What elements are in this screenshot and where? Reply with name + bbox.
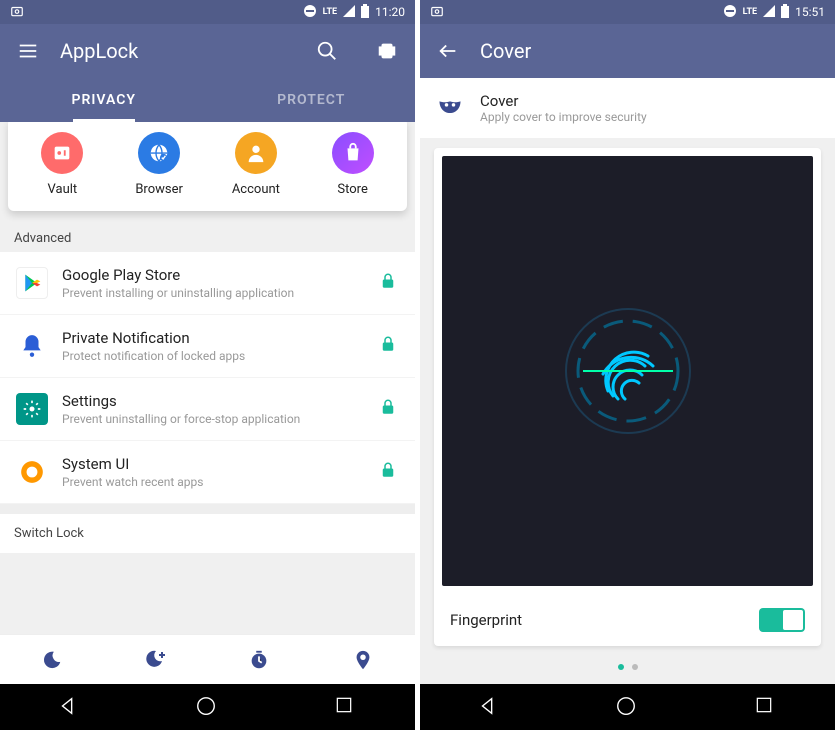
quick-browser[interactable]: Browser [111,132,208,197]
list-item[interactable]: Google Play Store Prevent installing or u… [0,252,415,315]
list-item[interactable]: System UI Prevent watch recent apps [0,441,415,504]
app-title: Cover [480,39,819,63]
lock-icon[interactable] [379,461,399,483]
app-list: Google Play Store Prevent installing or u… [0,252,415,504]
quick-store[interactable]: Store [304,132,401,197]
gear-icon [16,393,48,425]
bag-icon [332,132,374,174]
system-nav [420,684,835,730]
menu-icon[interactable] [16,39,40,63]
tabs: PRIVACY PROTECT [0,78,415,122]
item-sub: Protect notification of locked apps [62,349,365,363]
cover-sub: Apply cover to improve security [480,110,647,124]
tab-protect[interactable]: PROTECT [208,78,416,122]
globe-icon [138,132,180,174]
lock-icon[interactable] [379,398,399,420]
status-bar: LTE 15:51 [420,0,835,24]
cover-title: Cover [480,92,647,110]
mask-icon [436,92,464,124]
dot[interactable] [632,664,638,670]
item-title: System UI [62,455,365,473]
item-title: Google Play Store [62,266,365,284]
nav-night-plus[interactable] [126,648,186,672]
vault-icon [41,132,83,174]
nav-location[interactable] [333,649,393,671]
cover-toggle[interactable] [759,608,805,632]
item-title: Private Notification [62,329,365,347]
item-sub: Prevent installing or uninstalling appli… [62,286,365,300]
lock-icon[interactable] [379,272,399,294]
fingerprint-preview [442,156,813,586]
section-switch-lock: Switch Lock [0,514,415,553]
person-icon [235,132,277,174]
dot[interactable] [618,664,624,670]
back-button[interactable] [477,695,501,719]
home-button[interactable] [195,695,219,719]
page-indicator [420,656,835,678]
list-item[interactable]: Private Notification Protect notification… [0,315,415,378]
nav-night[interactable] [22,649,82,671]
quick-label: Vault [48,182,78,197]
battery-icon [361,4,369,21]
network-icon: LTE [743,7,758,17]
list-item[interactable]: Settings Prevent uninstalling or force-st… [0,378,415,441]
quick-actions-card: Vault Browser Account [8,122,407,211]
status-bar: LTE 11:20 [0,0,415,24]
clock-text: 11:20 [375,5,405,19]
lock-icon[interactable] [379,335,399,357]
quick-account[interactable]: Account [208,132,305,197]
circle-icon [16,456,48,488]
signal-icon [763,5,775,20]
bell-icon [16,330,48,362]
home-button[interactable] [615,695,639,719]
cover-label: Fingerprint [450,611,522,629]
quick-vault[interactable]: Vault [14,132,111,197]
item-sub: Prevent uninstalling or force-stop appli… [62,412,365,426]
recents-button[interactable] [334,695,358,719]
recents-button[interactable] [754,695,778,719]
app-bar: Cover [420,24,835,78]
item-sub: Prevent watch recent apps [62,475,365,489]
tab-privacy[interactable]: PRIVACY [0,78,208,122]
battery-icon [781,4,789,21]
phone-right: LTE 15:51 Cover Cover Apply cover to imp… [420,0,835,730]
search-icon[interactable] [315,39,339,63]
bottom-nav [0,634,415,684]
quick-label: Browser [135,182,183,197]
cover-header: Cover Apply cover to improve security [420,78,835,138]
system-nav [0,684,415,730]
dnd-icon [723,4,737,21]
back-icon[interactable] [436,39,460,63]
camera-icon [10,4,24,21]
app-bar: AppLock [0,24,415,78]
network-icon: LTE [323,7,338,17]
quick-label: Store [337,182,367,197]
quick-label: Account [232,182,280,197]
signal-icon [343,5,355,20]
camera-icon [430,4,444,21]
app-title: AppLock [60,39,295,63]
dnd-icon [303,4,317,21]
phone-left: LTE 11:20 AppLock PRIVACY PROTECT [0,0,415,730]
cover-card[interactable]: Fingerprint [434,148,821,646]
play-store-icon [16,267,48,299]
nav-timer[interactable] [229,649,289,671]
clock-text: 15:51 [795,5,825,19]
theme-icon[interactable] [375,39,399,63]
item-title: Settings [62,392,365,410]
section-advanced: Advanced [0,225,415,252]
back-button[interactable] [57,695,81,719]
